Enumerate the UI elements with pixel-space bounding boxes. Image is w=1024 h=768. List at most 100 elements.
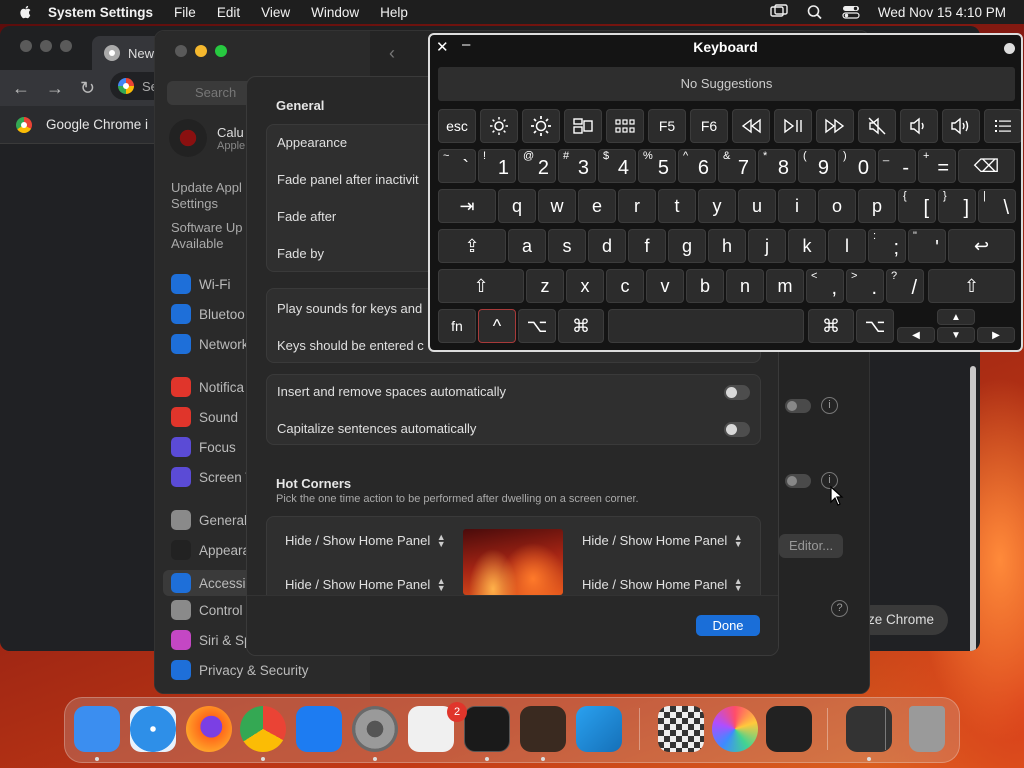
sidebar-item-wi-fi[interactable]: Wi-Fi — [171, 274, 230, 294]
key-][interactable]: }] — [938, 189, 976, 223]
caps-lock-key[interactable]: ⇪ — [438, 229, 506, 263]
software-update-link[interactable]: Software Up Available — [171, 220, 243, 252]
system-settings-icon[interactable] — [352, 706, 398, 752]
volume-down-icon[interactable] — [900, 109, 938, 143]
chess-icon[interactable] — [658, 706, 704, 752]
firefox-icon[interactable] — [186, 706, 232, 752]
hot-corner-top-right-select[interactable]: Hide / Show Home Panel ▲ ▼ — [582, 532, 743, 548]
sidebar-item-network[interactable]: Network — [171, 334, 249, 354]
key-quote[interactable]: :; — [868, 229, 906, 263]
menu-window[interactable]: Window — [311, 5, 359, 20]
info-icon[interactable]: i — [821, 397, 838, 414]
editor-button[interactable]: Editor... — [779, 534, 844, 558]
sidebar-item-focus[interactable]: Focus — [171, 437, 236, 457]
menu-file[interactable]: File — [174, 5, 196, 20]
app-store-icon[interactable] — [296, 706, 342, 752]
finder-icon[interactable] — [74, 706, 120, 752]
row-fade-after[interactable]: Fade after — [277, 209, 336, 224]
trash-icon[interactable] — [909, 706, 945, 752]
key-v[interactable]: v — [646, 269, 684, 303]
row-play-sounds[interactable]: Play sounds for keys and — [277, 301, 422, 316]
terminal-icon[interactable] — [464, 706, 510, 752]
chrome-close-button[interactable] — [20, 40, 32, 52]
key-8[interactable]: * 8 — [758, 149, 796, 183]
safari-icon[interactable] — [130, 706, 176, 752]
list-icon[interactable] — [984, 109, 1021, 143]
key-esc[interactable]: esc — [438, 109, 476, 143]
forward-arrow-icon[interactable]: → — [46, 78, 64, 99]
chrome-zoom-button[interactable] — [60, 40, 72, 52]
key-e[interactable]: e — [578, 189, 616, 223]
key-w[interactable]: w — [538, 189, 576, 223]
chrome-minimize-button[interactable] — [40, 40, 52, 52]
hot-corner-top-left-select[interactable]: Hide / Show Home Panel ▲ ▼ — [285, 532, 446, 548]
key-f[interactable]: f — [628, 229, 666, 263]
sidebar-item-bluetoo[interactable]: Bluetoo — [171, 304, 245, 324]
menu-bar-clock[interactable]: Wed Nov 15 4:10 PM — [878, 5, 1006, 20]
sidebar-item-sound[interactable]: Sound — [171, 407, 238, 427]
vscode-icon[interactable] — [576, 706, 622, 752]
settings-minimize-button[interactable] — [195, 45, 207, 57]
key-d[interactable]: d — [588, 229, 626, 263]
key-q[interactable]: q — [498, 189, 536, 223]
sidebar-item-privacy-security[interactable]: Privacy & Security — [171, 660, 309, 680]
row-keys-entered[interactable]: Keys should be entered c — [277, 338, 424, 353]
key-p[interactable]: p — [858, 189, 896, 223]
sidebar-item-screen-t[interactable]: Screen T — [171, 467, 254, 487]
reload-icon[interactable]: ↻ — [80, 78, 95, 99]
apple-menu-icon[interactable] — [18, 4, 34, 20]
settings-close-button[interactable] — [175, 45, 187, 57]
return-key[interactable]: ↩ — [948, 229, 1015, 263]
play-pause-icon[interactable] — [774, 109, 812, 143]
key-b[interactable]: b — [686, 269, 724, 303]
key-l[interactable]: l — [828, 229, 866, 263]
chrome-icon[interactable] — [240, 706, 286, 752]
key-punct[interactable]: ? / — [886, 269, 924, 303]
menu-help[interactable]: Help — [380, 5, 408, 20]
row-appearance[interactable]: Appearance — [277, 135, 347, 150]
insert-spaces-toggle[interactable] — [724, 385, 750, 400]
menu-view[interactable]: View — [261, 5, 290, 20]
key-=[interactable]: + = — [918, 149, 956, 183]
key-g[interactable]: g — [668, 229, 706, 263]
right-option-key[interactable]: ⌥ — [856, 309, 894, 343]
sidebar-item-siri-sp[interactable]: Siri & Sp — [171, 630, 252, 650]
key-punct[interactable]: <, — [806, 269, 844, 303]
help-icon[interactable]: ? — [831, 600, 848, 617]
pixelmator-icon[interactable] — [712, 706, 758, 752]
right-command-key[interactable]: ⌘ — [808, 309, 854, 343]
key-m[interactable]: m — [766, 269, 804, 303]
right-arrow-key[interactable]: ▶ — [977, 327, 1015, 343]
key-j[interactable]: j — [748, 229, 786, 263]
sidebar-item-appeara[interactable]: Appeara — [171, 540, 250, 560]
key-x[interactable]: x — [566, 269, 604, 303]
capitalize-toggle[interactable] — [724, 422, 750, 437]
control-center-icon[interactable] — [842, 4, 860, 20]
key-0[interactable]: ) 0 — [838, 149, 876, 183]
back-arrow-icon[interactable]: ← — [12, 78, 30, 99]
key-k[interactable]: k — [788, 229, 826, 263]
brightness-down-icon[interactable] — [480, 109, 518, 143]
hot-corner-bottom-left-select[interactable]: Hide / Show Home Panel ▲ ▼ — [285, 576, 446, 592]
done-button[interactable]: Done — [696, 615, 760, 636]
down-arrow-key[interactable]: ▼ — [937, 327, 975, 343]
key-9[interactable]: (9 — [798, 149, 836, 183]
key-y[interactable]: y — [698, 189, 736, 223]
launchpad-icon[interactable] — [606, 109, 644, 143]
key-h[interactable]: h — [708, 229, 746, 263]
left-arrow-key[interactable]: ◀ — [897, 327, 935, 343]
key-c[interactable]: c — [606, 269, 644, 303]
key-5[interactable]: % 5 — [638, 149, 676, 183]
mute-icon[interactable] — [858, 109, 896, 143]
menu-app-name[interactable]: System Settings — [48, 5, 153, 20]
key-1[interactable]: ! 1 — [478, 149, 516, 183]
background-toggle-2[interactable] — [785, 474, 811, 488]
row-fade-by[interactable]: Fade by — [277, 246, 324, 261]
key-f5[interactable]: F5 — [648, 109, 686, 143]
key-quote[interactable]: " ' — [908, 229, 946, 263]
key-s[interactable]: s — [548, 229, 586, 263]
brightness-up-icon[interactable] — [522, 109, 560, 143]
key-z[interactable]: z — [526, 269, 564, 303]
key-4[interactable]: $4 — [598, 149, 636, 183]
key-i[interactable]: i — [778, 189, 816, 223]
